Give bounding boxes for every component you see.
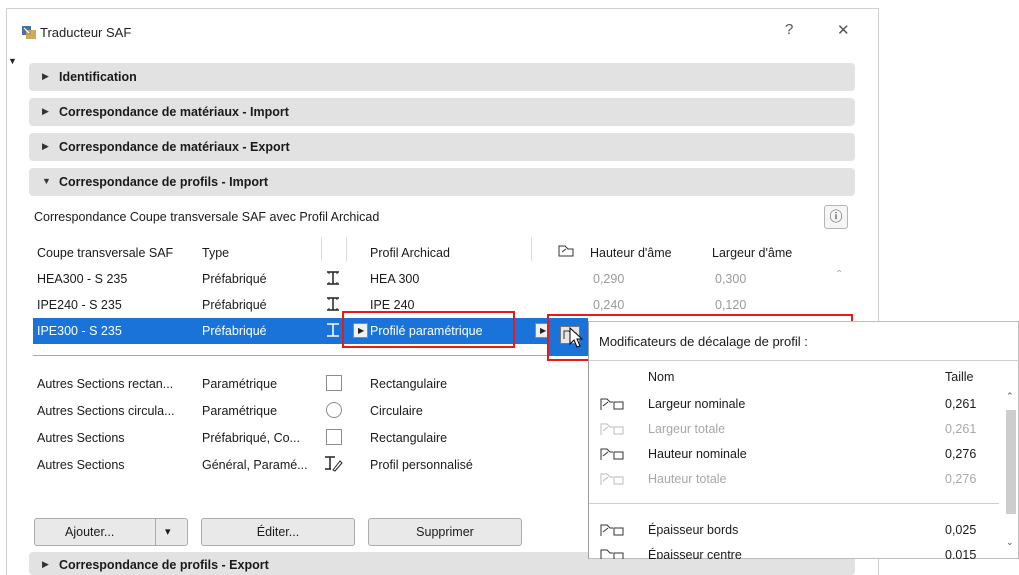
offset-param-icon — [599, 421, 625, 440]
modifier-row[interactable]: Largeur nominale 0,261 — [589, 392, 999, 417]
collapse-arrow-icon: ▼ — [42, 176, 51, 186]
i-beam-icon — [325, 322, 341, 341]
window-title: Traducteur SAF — [40, 25, 132, 40]
delete-button[interactable]: Supprimer — [368, 518, 522, 546]
offset-param-icon — [599, 471, 625, 490]
section-material-import[interactable]: ▶ Correspondance de matériaux - Import — [29, 98, 855, 126]
offset-modifiers-popup: Modificateurs de décalage de profil : No… — [588, 321, 1019, 559]
offset-icon — [558, 244, 574, 261]
chevron-down-icon[interactable]: ▾ — [165, 519, 171, 545]
help-button[interactable]: ? — [785, 21, 793, 38]
circle-icon — [326, 402, 342, 418]
popup-title: Modificateurs de décalage de profil : — [599, 334, 808, 349]
custom-profile-icon — [323, 455, 343, 476]
app-icon — [21, 24, 37, 43]
column-divider — [346, 237, 347, 261]
scroll-down-icon[interactable]: ⌄ — [1006, 537, 1014, 548]
info-icon[interactable]: ⓘ — [824, 205, 848, 229]
section-profile-import[interactable]: ▼ Correspondance de profils - Import — [29, 168, 855, 196]
col-name-header: Nom — [648, 370, 675, 384]
section-identification[interactable]: ▶ Identification — [29, 63, 855, 91]
modifier-row: Hauteur totale 0,276 — [589, 467, 999, 492]
pin-marker-icon: ▼ — [8, 56, 17, 66]
offset-param-icon — [599, 547, 625, 559]
expand-arrow-icon: ▶ — [42, 141, 49, 151]
col-size-header: Taille — [945, 370, 974, 384]
scrollbar-thumb[interactable] — [1006, 410, 1016, 514]
popup-group-divider — [589, 503, 999, 504]
popup-scrollbar[interactable]: ⌃ ⌄ — [1003, 374, 1019, 559]
modifier-row: Largeur totale 0,261 — [589, 417, 999, 442]
square-icon — [326, 429, 342, 445]
scroll-up-icon[interactable]: ⌃ — [835, 269, 843, 280]
offset-param-icon — [599, 522, 625, 541]
expand-arrow-icon: ▶ — [42, 559, 49, 569]
header-archicad: Profil Archicad — [370, 246, 450, 260]
mouse-cursor-icon — [569, 326, 585, 352]
column-divider — [531, 237, 532, 261]
modifier-row[interactable]: Épaisseur bords 0,025 — [589, 518, 999, 543]
i-beam-icon — [325, 296, 341, 315]
title-bar: Traducteur SAF ? ✕ — [7, 9, 878, 53]
add-button[interactable]: Ajouter... ▾ — [34, 518, 188, 546]
offset-param-icon — [599, 396, 625, 415]
scroll-up-icon[interactable]: ⌃ — [1006, 391, 1014, 402]
modifier-row[interactable]: Épaisseur centre 0,015 — [589, 543, 999, 559]
modifier-row[interactable]: Hauteur nominale 0,276 — [589, 442, 999, 467]
mapping-caption: Correspondance Coupe transversale SAF av… — [34, 210, 380, 224]
popup-divider — [589, 360, 1019, 361]
square-icon — [326, 375, 342, 391]
section-material-export[interactable]: ▶ Correspondance de matériaux - Export — [29, 133, 855, 161]
highlight-profile — [342, 311, 515, 348]
column-divider — [321, 237, 322, 261]
expand-arrow-icon: ▶ — [42, 106, 49, 116]
edit-button[interactable]: Éditer... — [201, 518, 355, 546]
header-saf: Coupe transversale SAF — [37, 246, 174, 260]
table-row[interactable]: HEA300 - S 235 Préfabriqué HEA 300 0,290… — [33, 266, 831, 292]
button-divider — [155, 519, 156, 545]
header-web-height: Hauteur d'âme — [590, 246, 672, 260]
offset-param-icon — [599, 446, 625, 465]
header-web-width: Largeur d'âme — [712, 246, 793, 260]
expand-arrow-icon: ▶ — [42, 71, 49, 81]
close-button[interactable]: ✕ — [837, 21, 850, 39]
header-type: Type — [202, 246, 230, 260]
i-beam-icon — [325, 270, 341, 289]
